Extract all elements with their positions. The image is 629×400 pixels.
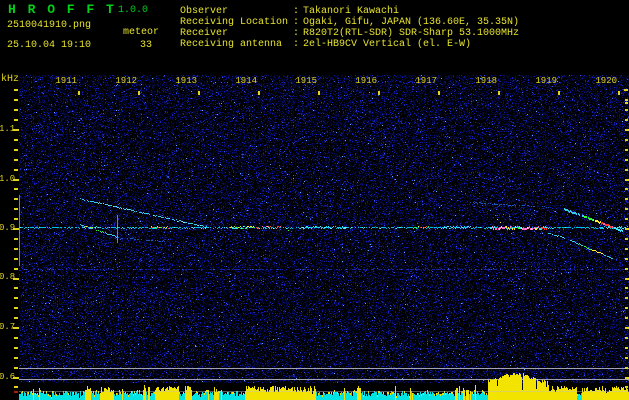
freq-axis-unit: kHz xyxy=(1,74,20,85)
time-axis-label: 1913 xyxy=(175,76,197,86)
time-axis-label: 1912 xyxy=(115,76,137,86)
info-colon: : xyxy=(293,17,300,28)
info-value: Ogaki, Gifu, JAPAN (136.60E, 35.35N) xyxy=(303,17,520,28)
station-info-row: Observer: Takanori Kawachi xyxy=(180,6,519,17)
time-axis-label: 1911 xyxy=(55,76,77,86)
time-axis-label: 1916 xyxy=(355,76,377,86)
time-axis-label: 1918 xyxy=(475,76,497,86)
info-value: R820T2(RTL-SDR) SDR-Sharp 53.1000MHz xyxy=(303,28,520,39)
info-label: Observer xyxy=(180,6,229,17)
info-label: Receiving antenna xyxy=(180,39,283,50)
time-axis-label: 1917 xyxy=(415,76,437,86)
freq-axis-label: 0.6 xyxy=(0,372,16,382)
station-info-row: Receiver: R820T2(RTL-SDR) SDR-Sharp 53.10… xyxy=(180,28,519,39)
info-colon: : xyxy=(293,6,300,17)
freq-axis-label: 0.7 xyxy=(0,322,16,332)
info-value: Takanori Kawachi xyxy=(303,6,400,17)
station-info: Observer: Takanori Kawachi Receiving Locat… xyxy=(180,6,519,50)
hrofft-window: H R O F F T 1.0.0 2510041910.png meteor … xyxy=(0,0,629,400)
info-label: Receiver xyxy=(180,28,229,39)
freq-axis-label: 0.8 xyxy=(0,272,16,282)
station-info-row: Receiving Location: Ogaki, Gifu, JAPAN (1… xyxy=(180,17,519,28)
observation-mode: meteor xyxy=(123,27,160,38)
info-colon: : xyxy=(293,28,300,39)
output-filename: 2510041910.png xyxy=(7,20,92,31)
info-label: Receiving Location xyxy=(180,17,289,28)
freq-axis-label: 1.1 xyxy=(0,124,16,134)
app-version: 1.0.0 xyxy=(118,5,149,16)
echo-count: 33 xyxy=(140,40,153,51)
station-info-row: Receiving antenna:2el-HB9CV Vertical (el… xyxy=(180,39,519,50)
time-axis-label: 1920 xyxy=(595,76,617,86)
freq-axis-label: 1.0 xyxy=(0,174,16,184)
info-colon: : xyxy=(293,39,300,50)
app-title: H R O F F T xyxy=(8,2,116,17)
time-axis-label: 1915 xyxy=(295,76,317,86)
time-axis-label: 1919 xyxy=(535,76,557,86)
time-axis-label: 1914 xyxy=(235,76,257,86)
timestamp: 25.10.04 19:10 xyxy=(7,40,92,51)
freq-axis-label: 0.9 xyxy=(0,223,16,233)
info-value: 2el-HB9CV Vertical (el. E-W) xyxy=(303,39,472,50)
spectrogram-canvas xyxy=(0,0,629,400)
